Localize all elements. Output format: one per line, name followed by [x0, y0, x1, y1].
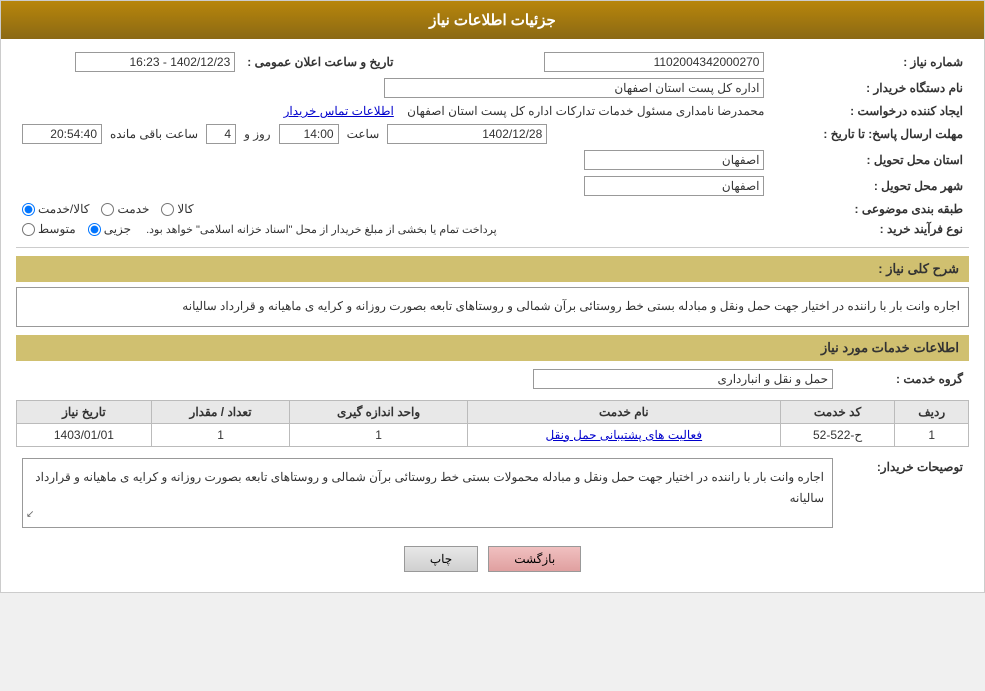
need-summary-title: شرح کلی نیاز : — [878, 261, 959, 276]
process-type-motavasset-radio[interactable] — [22, 223, 35, 236]
service-info-header: اطلاعات خدمات مورد نیاز — [16, 335, 969, 361]
announce-datetime-value: 1402/12/23 - 16:23 — [16, 49, 241, 75]
delivery-province-value: اصفهان — [16, 147, 770, 173]
col-header-date: تاریخ نیاز — [17, 400, 152, 423]
page-container: جزئیات اطلاعات نیاز شماره نیاز : 1102004… — [0, 0, 985, 593]
process-type-note: پرداخت تمام یا بخشی از مبلغ خریدار از مح… — [146, 223, 497, 236]
col-header-unit: واحد اندازه گیری — [290, 400, 468, 423]
announce-datetime-label: تاریخ و ساعت اعلان عمومی : — [241, 49, 466, 75]
deadline-value: 20:54:40 ساعت باقی مانده 4 روز و 14:00 س… — [16, 121, 770, 147]
buyer-notes-table: توصیحات خریدار: اجاره وانت بار با راننده… — [16, 455, 969, 531]
delivery-city-label: شهر محل تحویل : — [770, 173, 969, 199]
header-title: جزئیات اطلاعات نیاز — [429, 12, 556, 29]
creator-value: محمدرضا نامداری مسئول خدمات تداركات ادار… — [16, 101, 770, 121]
deadline-label: مهلت ارسال پاسخ: تا تاریخ : — [770, 121, 969, 147]
subject-type-kala-khedmat[interactable]: کالا/خدمت — [22, 202, 89, 216]
cell-row: 1 — [895, 423, 969, 446]
service-group-box: حمل و نقل و انبارداری — [533, 369, 833, 389]
process-type-value: متوسط جزیی پرداخت تمام یا بخشی از مبلغ خ… — [16, 219, 770, 239]
print-button[interactable]: چاپ — [404, 546, 478, 572]
service-info-title-text: اطلاعات خدمات مورد نیاز — [821, 340, 959, 355]
buyer-notes-value: اجاره وانت بار با راننده در اختیار جهت ح… — [16, 455, 839, 531]
col-header-name: نام خدمت — [467, 400, 780, 423]
subject-type-kala-khedmat-label: کالا/خدمت — [38, 202, 89, 216]
subject-type-value: کالا/خدمت خدمت کالا — [16, 199, 770, 219]
subject-type-label: طبقه بندی موضوعی : — [770, 199, 969, 219]
back-button[interactable]: بازگشت — [488, 546, 581, 572]
time-label: ساعت — [347, 127, 380, 141]
service-group-table: گروه خدمت : حمل و نقل و انبارداری — [16, 366, 969, 392]
subject-type-kala[interactable]: کالا — [161, 202, 193, 216]
creator-text: محمدرضا نامداری مسئول خدمات تداركات ادار… — [407, 104, 764, 118]
process-type-jozei-label: جزیی — [104, 222, 131, 236]
day-label: روز و — [244, 127, 271, 141]
subject-type-kala-radio[interactable] — [161, 203, 174, 216]
announce-datetime-box: 1402/12/23 - 16:23 — [75, 52, 235, 72]
need-summary-box: اجاره وانت بار با راننده در اختیار جهت ح… — [16, 287, 969, 327]
cell-name[interactable]: فعالیت های پشتیبانی حمل ونقل — [467, 423, 780, 446]
buyer-notes-box: اجاره وانت بار با راننده در اختیار جهت ح… — [22, 458, 833, 528]
cell-code: ح-522-52 — [780, 423, 895, 446]
need-number-box: 1102004342000270 — [544, 52, 764, 72]
creator-link[interactable]: اطلاعات تماس خریدار — [284, 104, 394, 118]
col-header-qty: تعداد / مقدار — [151, 400, 289, 423]
page-header: جزئیات اطلاعات نیاز — [1, 1, 984, 39]
col-header-row: ردیف — [895, 400, 969, 423]
delivery-city-box: اصفهان — [584, 176, 764, 196]
buyer-org-value: اداره کل پست استان اصفهان — [16, 75, 770, 101]
subject-type-kala-label: کالا — [177, 202, 193, 216]
need-number-label: شماره نیاز : — [770, 49, 969, 75]
subject-type-khedmat-radio[interactable] — [101, 203, 114, 216]
creator-label: ایجاد کننده درخواست : — [770, 101, 969, 121]
col-header-code: کد خدمت — [780, 400, 895, 423]
resize-handle: ↙ — [26, 506, 34, 524]
cell-unit: 1 — [290, 423, 468, 446]
process-type-jozei-radio[interactable] — [88, 223, 101, 236]
deadline-date-box: 1402/12/28 — [387, 124, 547, 144]
action-buttons: بازگشت چاپ — [16, 546, 969, 572]
delivery-province-box: اصفهان — [584, 150, 764, 170]
buyer-notes-text: اجاره وانت بار با راننده در اختیار جهت ح… — [35, 470, 824, 506]
subject-type-khedmat-label: خدمت — [117, 202, 149, 216]
need-number-value: 1102004342000270 — [467, 49, 771, 75]
service-group-label: گروه خدمت : — [839, 366, 969, 392]
subject-type-kala-khedmat-radio[interactable] — [22, 203, 35, 216]
basic-info-table: شماره نیاز : 1102004342000270 تاریخ و سا… — [16, 49, 969, 239]
table-row: 1 ح-522-52 فعالیت های پشتیبانی حمل ونقل … — [17, 423, 969, 446]
content-area: شماره نیاز : 1102004342000270 تاریخ و سا… — [1, 39, 984, 592]
buyer-org-box: اداره کل پست استان اصفهان — [384, 78, 764, 98]
buyer-notes-label: توصیحات خریدار: — [839, 455, 969, 531]
buyer-org-label: نام دستگاه خریدار : — [770, 75, 969, 101]
remaining-time-box: 20:54:40 — [22, 124, 102, 144]
services-data-table: ردیف کد خدمت نام خدمت واحد اندازه گیری ت… — [16, 400, 969, 447]
service-group-value: حمل و نقل و انبارداری — [16, 366, 839, 392]
process-type-motavasset[interactable]: متوسط — [22, 222, 76, 236]
delivery-city-value: اصفهان — [16, 173, 770, 199]
process-type-label: نوع فرآیند خرید : — [770, 219, 969, 239]
cell-qty: 1 — [151, 423, 289, 446]
process-type-jozei[interactable]: جزیی — [88, 222, 131, 236]
process-type-motavasset-label: متوسط — [38, 222, 76, 236]
remaining-label: ساعت باقی مانده — [110, 127, 198, 141]
subject-type-khedmat[interactable]: خدمت — [101, 202, 149, 216]
delivery-province-label: استان محل تحویل : — [770, 147, 969, 173]
deadline-days-box: 4 — [206, 124, 236, 144]
cell-date: 1403/01/01 — [17, 423, 152, 446]
need-summary-header: شرح کلی نیاز : — [16, 256, 969, 282]
deadline-time-box: 14:00 — [279, 124, 339, 144]
